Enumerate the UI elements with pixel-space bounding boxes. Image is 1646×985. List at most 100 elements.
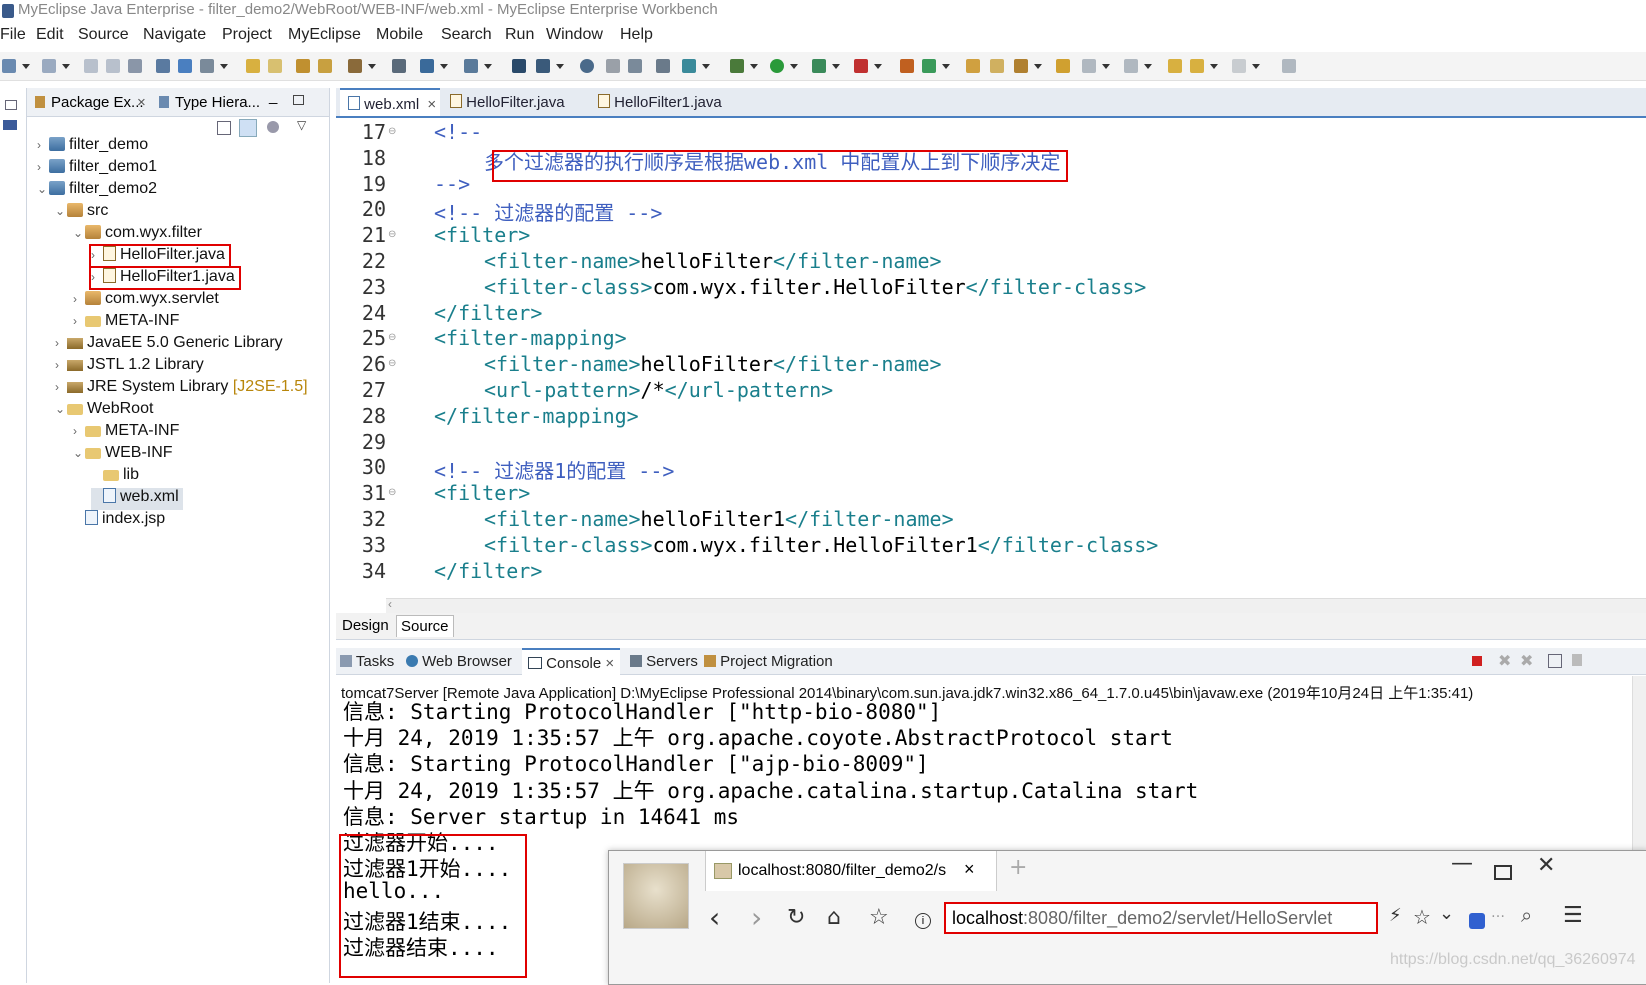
tree-package-filter[interactable]: ⌄ com.wyx.filter bbox=[73, 224, 202, 246]
maximize-window-icon[interactable] bbox=[1494, 865, 1512, 880]
remove-all-icon[interactable]: ✖ bbox=[1520, 651, 1533, 671]
last-edit-icon[interactable] bbox=[1168, 59, 1182, 73]
chevron-right-icon[interactable]: › bbox=[55, 358, 67, 372]
debug-server-icon[interactable] bbox=[392, 59, 406, 73]
tab-project-migration[interactable]: Project Migration bbox=[704, 653, 833, 670]
close-tab-icon[interactable]: × bbox=[964, 859, 975, 880]
debug-icon[interactable] bbox=[730, 59, 744, 73]
close-tab-icon[interactable]: × bbox=[427, 96, 436, 113]
terminate-icon[interactable] bbox=[1472, 656, 1482, 666]
fold-toggle-icon[interactable]: ⊖ bbox=[388, 332, 396, 343]
minimize-icon[interactable]: _ bbox=[269, 88, 277, 105]
forward-nav-icon[interactable] bbox=[1232, 59, 1246, 73]
web-icon[interactable] bbox=[682, 59, 696, 73]
menu-project[interactable]: Project bbox=[222, 26, 272, 44]
new-class-icon[interactable] bbox=[900, 59, 914, 73]
scroll-left-icon[interactable]: ‹ bbox=[388, 597, 392, 611]
external-tools-icon[interactable] bbox=[854, 59, 868, 73]
minimize-window-icon[interactable]: — bbox=[1451, 851, 1473, 876]
menu-mobile[interactable]: Mobile bbox=[376, 26, 423, 44]
avatar[interactable] bbox=[623, 863, 689, 929]
search-icon[interactable]: ⌕ bbox=[1521, 903, 1532, 927]
collapse-all-icon[interactable] bbox=[217, 121, 231, 135]
back-nav-icon[interactable] bbox=[1190, 59, 1204, 73]
view-menu-icon[interactable]: ▽ bbox=[297, 118, 306, 132]
new-package-icon[interactable] bbox=[922, 59, 936, 73]
wrench-icon[interactable] bbox=[200, 59, 214, 73]
browser-icon[interactable] bbox=[420, 59, 434, 73]
next-annotation-icon[interactable] bbox=[1082, 59, 1096, 73]
tab-servers[interactable]: Servers bbox=[630, 653, 698, 670]
tree-project-filter-demo1[interactable]: › filter_demo1 bbox=[37, 158, 157, 180]
tree-web-xml[interactable]: web.xml bbox=[91, 488, 183, 510]
close-window-icon[interactable]: ✕ bbox=[1537, 853, 1555, 878]
tab-source[interactable]: Source bbox=[396, 615, 454, 637]
db-icon[interactable] bbox=[536, 59, 550, 73]
favorite-icon[interactable]: ☆ bbox=[1413, 905, 1431, 929]
maximize-icon[interactable] bbox=[293, 95, 304, 105]
pen-icon[interactable] bbox=[1014, 59, 1028, 73]
tree-lib-javaee[interactable]: › JavaEE 5.0 Generic Library bbox=[55, 334, 283, 356]
tree-lib-folder[interactable]: lib bbox=[91, 466, 139, 488]
chevron-right-icon[interactable]: › bbox=[37, 160, 49, 174]
tab-web-xml[interactable]: web.xml × bbox=[340, 88, 440, 116]
link-editor-icon[interactable] bbox=[239, 119, 257, 137]
menu-search[interactable]: Search bbox=[441, 26, 492, 44]
fold-toggle-icon[interactable]: ⊖ bbox=[388, 487, 396, 498]
reload-icon[interactable]: ↻ bbox=[787, 905, 805, 930]
menu-navigate[interactable]: Navigate bbox=[143, 26, 206, 44]
tree-project-filter-demo[interactable]: › filter_demo bbox=[37, 136, 148, 158]
menu-icon[interactable]: ☰ bbox=[1563, 903, 1583, 928]
chevron-down-icon[interactable]: ⌄ bbox=[73, 446, 85, 460]
tab-console[interactable]: Console × bbox=[522, 648, 621, 676]
refactor-icon[interactable] bbox=[246, 59, 260, 73]
chevron-right-icon[interactable]: › bbox=[55, 336, 67, 350]
new-window-icon[interactable] bbox=[42, 59, 56, 73]
fold-toggle-icon[interactable]: ⊖ bbox=[388, 358, 396, 369]
tab-package-explorer[interactable]: Package Ex... bbox=[51, 94, 144, 111]
chevron-down-icon[interactable]: ⌄ bbox=[37, 182, 49, 196]
chevron-right-icon[interactable]: › bbox=[91, 270, 103, 284]
lightning-icon[interactable]: ⚡ bbox=[1389, 905, 1402, 926]
save-icon[interactable] bbox=[84, 59, 98, 73]
tree-web-inf[interactable]: ⌄ WEB-INF bbox=[73, 444, 173, 466]
back-icon[interactable]: ‹ bbox=[709, 901, 720, 934]
close-tab-icon[interactable]: × bbox=[605, 655, 614, 672]
tab-web-browser[interactable]: Web Browser bbox=[406, 653, 512, 670]
browser-tab[interactable]: localhost:8080/filter_demo2/s × bbox=[705, 851, 997, 891]
run-icon[interactable] bbox=[770, 59, 784, 73]
tab-hellofilter-java[interactable]: HelloFilter.java bbox=[442, 88, 573, 116]
tree-file-hellofilter1[interactable]: › HelloFilter1.java bbox=[89, 266, 241, 290]
deploy-icon[interactable] bbox=[156, 59, 170, 73]
fold-toggle-icon[interactable]: ⊖ bbox=[388, 126, 396, 137]
server-icon[interactable] bbox=[178, 59, 192, 73]
restore-icon[interactable] bbox=[5, 100, 17, 110]
tab-type-hierarchy[interactable]: Type Hiera... bbox=[175, 94, 260, 111]
print-icon[interactable] bbox=[128, 59, 142, 73]
dropdown-chevron-icon[interactable]: ⌄ bbox=[1439, 903, 1454, 924]
tree-webroot[interactable]: ⌄ WebRoot bbox=[55, 400, 153, 422]
remove-launch-icon[interactable]: ✖ bbox=[1498, 651, 1511, 671]
chevron-down-icon[interactable]: ⌄ bbox=[73, 226, 85, 240]
outline-icon[interactable] bbox=[296, 59, 310, 73]
globe-icon[interactable] bbox=[580, 59, 594, 73]
tree-src[interactable]: ⌄ src bbox=[55, 202, 108, 224]
tab-tasks[interactable]: Tasks bbox=[340, 653, 394, 670]
close-tab-icon[interactable]: × bbox=[137, 94, 146, 111]
more-icon[interactable]: … bbox=[1491, 905, 1505, 921]
menu-window[interactable]: Window bbox=[546, 26, 603, 44]
chevron-right-icon[interactable]: › bbox=[55, 380, 67, 394]
forward-icon[interactable]: › bbox=[751, 901, 762, 934]
tree-project-filter-demo2[interactable]: ⌄ filter_demo2 bbox=[37, 180, 157, 202]
xml-editor[interactable]: 17 ⊖ <!-- 18 多个过滤器的执行顺序是根据web.xml 中配置从上到下顺序决… bbox=[336, 118, 1646, 598]
run-config-icon[interactable] bbox=[812, 59, 826, 73]
chevron-right-icon[interactable]: › bbox=[73, 314, 85, 328]
new-tab-icon[interactable]: + bbox=[1009, 855, 1027, 880]
horizontal-scrollbar[interactable]: ‹ bbox=[386, 597, 1646, 613]
scroll-lock-icon[interactable] bbox=[1572, 654, 1582, 666]
tree-src-meta-inf[interactable]: › META-INF bbox=[73, 312, 179, 334]
menu-help[interactable]: Help bbox=[620, 26, 653, 44]
chevron-right-icon[interactable]: › bbox=[37, 138, 49, 152]
tree-file-hellofilter[interactable]: › HelloFilter.java bbox=[89, 244, 231, 268]
prev-annotation-icon[interactable] bbox=[1124, 59, 1138, 73]
